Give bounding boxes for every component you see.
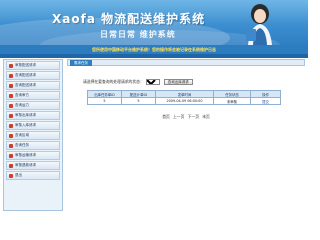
sidebar: 审核配送请求 查询配送请求 查询配送请求 查询审方 查询运力 审核出库请求 审核… xyxy=(3,59,63,211)
sidebar-item-label: 退出 xyxy=(15,173,22,177)
notice-strip: 您所使用中国移动平台维护系统！您的操作将会被记录在系统维护日志 xyxy=(0,45,308,54)
app-title: Xaofa 物流配送维护系统 xyxy=(52,12,206,26)
sidebar-item-label: 审核出库请求 xyxy=(15,113,36,117)
bullet-icon xyxy=(9,113,13,118)
notice-text: 您所使用中国移动平台维护系统！您的操作将会被记录在系统维护日志 xyxy=(92,47,216,52)
sidebar-item-label: 审核配送请求 xyxy=(15,63,36,67)
tab-tasks[interactable]: 需求任务 xyxy=(70,60,92,66)
bullet-icon xyxy=(9,73,13,78)
bullet-icon xyxy=(9,83,13,88)
pager-last[interactable]: 末页 xyxy=(202,114,210,119)
sidebar-item-query-audit[interactable]: 查询审方 xyxy=(6,91,60,100)
submit-link[interactable]: 提交 xyxy=(250,97,281,105)
filter-label: 请选择在要查询的处理请求的状态： xyxy=(83,79,144,84)
main-panel: 需求任务 请选择在要查询的处理请求的状态： 未 查询出库请求 出库任务单ID 配… xyxy=(67,59,305,211)
sidebar-item-label: 查询审方 xyxy=(15,93,29,97)
pagination: 首页 上一页 下一页 末页 xyxy=(67,114,305,120)
pager-first[interactable]: 首页 xyxy=(162,114,170,119)
sidebar-item-label: 查询运力 xyxy=(15,103,29,107)
sidebar-item-review-transport[interactable]: 审核运输请求 xyxy=(6,151,60,160)
bullet-icon xyxy=(9,93,13,98)
query-outbound-button[interactable]: 查询出库请求 xyxy=(163,79,193,85)
sidebar-item-label: 查询区域 xyxy=(15,133,29,137)
sidebar-item-review-outbound[interactable]: 审核出库请求 xyxy=(6,111,60,120)
bullet-icon xyxy=(9,123,13,128)
bullet-icon xyxy=(9,63,13,68)
bullet-icon xyxy=(9,103,13,108)
person-illustration-icon xyxy=(246,4,272,45)
col-delivery-id: 配送计单ID xyxy=(121,90,156,98)
sidebar-item-query-region[interactable]: 查询区域 xyxy=(6,131,60,140)
status-select[interactable]: 未 xyxy=(145,79,160,85)
bullet-icon xyxy=(9,133,13,138)
bullet-icon xyxy=(9,143,13,148)
col-task-status: 任务状态 xyxy=(213,90,251,98)
sidebar-item-query-delivery-2[interactable]: 查询配送请求 xyxy=(6,81,60,90)
sidebar-item-query-task[interactable]: 查询任务 xyxy=(6,141,60,150)
tab-bar: 需求任务 xyxy=(67,59,305,66)
bullet-icon xyxy=(9,163,13,168)
sidebar-item-logout[interactable]: 退出 xyxy=(6,171,60,180)
cell-task-status: 未审核 xyxy=(213,97,251,105)
pager-next[interactable]: 下一页 xyxy=(188,114,199,119)
cell-outbound-id: 5 xyxy=(87,97,122,105)
table-header-row: 出库任务单ID 配送计单ID 发单时间 任务状态 操作 xyxy=(87,90,281,98)
sidebar-item-label: 查询任务 xyxy=(15,143,29,147)
sidebar-item-label: 查询配送请求 xyxy=(15,83,36,87)
pager-prev[interactable]: 上一页 xyxy=(173,114,184,119)
bullet-icon xyxy=(9,153,13,158)
sidebar-item-review-delivery[interactable]: 审核配送请求 xyxy=(6,61,60,70)
header-banner: Xaofa 物流配送维护系统 日常日常 维护系统 xyxy=(0,0,308,45)
sidebar-item-label: 审核入库请求 xyxy=(15,123,36,127)
sidebar-item-label: 查询配送请求 xyxy=(15,73,36,77)
cell-delivery-id: 5 xyxy=(121,97,156,105)
sidebar-item-review-refund[interactable]: 审核退款请求 xyxy=(6,161,60,170)
sidebar-item-review-inbound[interactable]: 审核入库请求 xyxy=(6,121,60,130)
sidebar-item-query-delivery[interactable]: 查询配送请求 xyxy=(6,71,60,80)
status-filter: 请选择在要查询的处理请求的状态： 未 查询出库请求 xyxy=(83,79,193,85)
col-action: 操作 xyxy=(250,90,281,98)
banner-slogan: 日常日常 维护系统 xyxy=(100,30,176,39)
table-row: 5 5 2009-04-09 06:00:00 未审核 提交 xyxy=(87,97,281,105)
sidebar-item-query-capacity[interactable]: 查询运力 xyxy=(6,101,60,110)
task-table: 出库任务单ID 配送计单ID 发单时间 任务状态 操作 5 5 2009-04-… xyxy=(87,90,281,105)
col-issue-time: 发单时间 xyxy=(155,90,214,98)
col-outbound-id: 出库任务单ID xyxy=(87,90,122,98)
bullet-icon xyxy=(9,173,13,178)
sidebar-item-label: 审核运输请求 xyxy=(15,153,36,157)
cell-issue-time: 2009-04-09 06:00:00 xyxy=(155,97,214,105)
header-separator xyxy=(0,54,308,58)
sidebar-item-label: 审核退款请求 xyxy=(15,163,36,167)
